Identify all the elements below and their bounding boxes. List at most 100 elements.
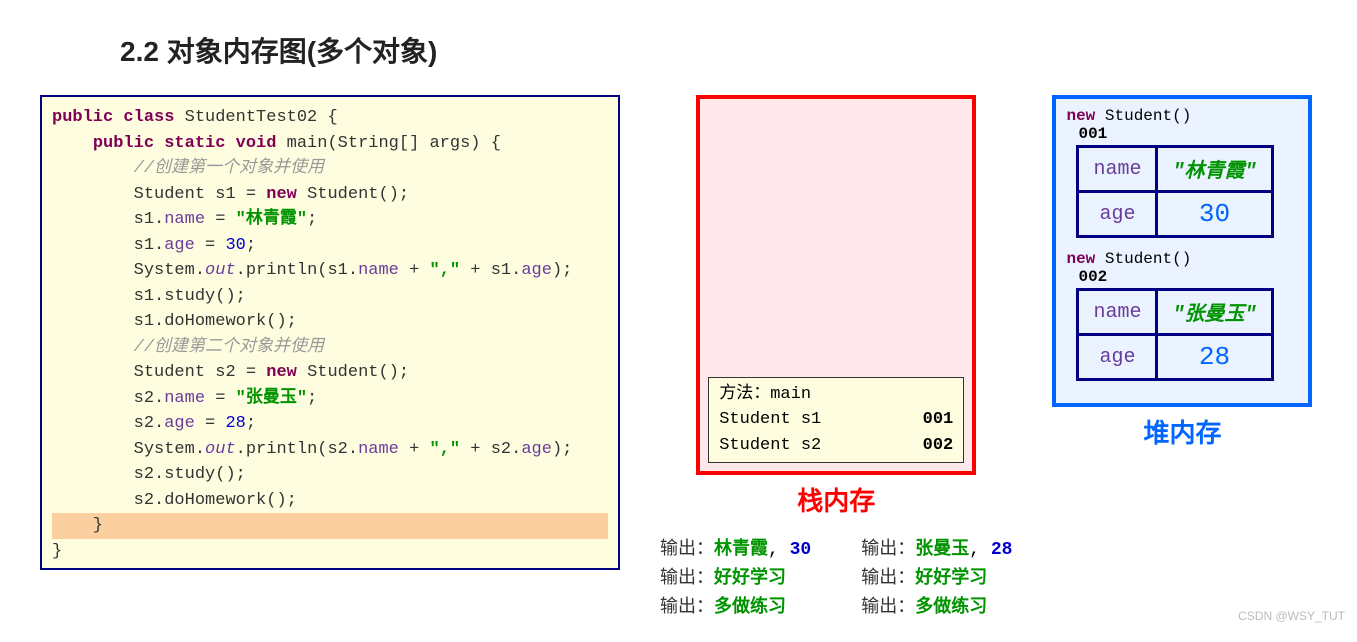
println-1-age: age [521,261,552,280]
sep-1: "," [430,261,461,280]
out-text: 好好学习 [915,569,987,589]
field-key: name [1078,147,1157,192]
kw-new-1: new [266,185,297,204]
heap-ctor: Student() [1105,107,1191,125]
out-1: out [205,261,236,280]
kw-main: public static void [93,134,277,153]
out-lbl: 输出： [861,540,915,560]
out-num: 30 [790,540,812,560]
s2-name-field: name [164,389,205,408]
stack-row-2: Student s2 002 [719,433,953,459]
heap-column: new Student() 001 name"林青霞" age30 new St… [1052,95,1312,450]
comment-1: //创建第一个对象并使用 [134,159,324,178]
out-sep: , [768,540,779,560]
out-2-3: 输出：多做练习 [861,594,1012,623]
tail-2: + s2. [460,440,521,459]
out-lbl: 输出： [660,540,714,560]
class-name: StudentTest02 [185,108,318,127]
heap-label: 堆内存 [1143,413,1221,450]
out-1-3: 输出：多做练习 [660,594,811,623]
stack-label: 栈内存 [797,481,875,518]
s2-type: Student [134,363,205,382]
out-2-1: 输出：张曼玉, 28 [861,536,1012,565]
middle-column: 方法：main Student s1 001 Student s2 002 栈内… [660,95,1012,622]
field-val: "林青霞" [1157,147,1272,192]
main-sig: main(String[] args) [287,134,481,153]
out-lbl: 输出： [660,569,714,589]
s2-var: s2 [215,363,235,382]
kw-new: new [1066,250,1095,268]
s1-name-field: name [164,210,205,229]
stack-addr-1: 001 [923,407,954,433]
heap-addr-1: 001 [1078,125,1298,143]
field-val: "张曼玉" [1157,290,1272,335]
field-val: 30 [1157,192,1272,237]
s1-name-val: "林青霞" [236,210,307,229]
out-sep: , [969,540,980,560]
output-col-1: 输出：林青霞, 30 输出：好好学习 输出：多做练习 [660,536,811,622]
out-1-2: 输出：好好学习 [660,565,811,594]
out-2-2: 输出：好好学习 [861,565,1012,594]
s2-age-val: 28 [225,414,245,433]
stack-frame-main: 方法：main Student s1 001 Student s2 002 [708,377,964,464]
output-area: 输出：林青霞, 30 输出：好好学习 输出：多做练习 输出：张曼玉, 28 输出… [660,536,1012,622]
out-lbl: 输出： [861,569,915,589]
ctor-1: Student() [307,185,399,204]
field-key: name [1078,290,1157,335]
s1-study: s1.study(); [134,287,246,306]
println-1-name: name [358,261,399,280]
sep-2: "," [430,440,461,459]
heap-ctor: Student() [1105,250,1191,268]
frame-title: 方法：main [719,382,953,408]
object-table-2: name"张曼玉" age28 [1076,288,1273,381]
tail-1: + s1. [460,261,521,280]
s2-hw: s2.doHomework(); [134,491,297,510]
out-lbl: 输出： [660,598,714,618]
output-col-2: 输出：张曼玉, 28 输出：好好学习 输出：多做练习 [861,536,1012,622]
s1-hw: s1.doHomework(); [134,312,297,331]
println-2-age: age [521,440,552,459]
stack-decl-2: Student s2 [719,433,821,459]
out-num: 28 [991,540,1013,560]
s2-name-val: "张曼玉" [236,389,307,408]
page-title: 2.2 对象内存图(多个对象) [120,30,1317,70]
println-2a: .println(s2. [236,440,358,459]
comment-2: //创建第二个对象并使用 [134,338,324,357]
out-text: 好好学习 [714,569,786,589]
object-table-1: name"林青霞" age30 [1076,145,1273,238]
heap-new-2: new Student() [1066,250,1298,268]
field-key: age [1078,335,1157,380]
stack-decl-1: Student s1 [719,407,821,433]
println-1a: .println(s1. [236,261,358,280]
main-content: public class StudentTest02 { public stat… [40,95,1317,622]
stack-addr-2: 002 [923,433,954,459]
out-1-1: 输出：林青霞, 30 [660,536,811,565]
heap-addr-2: 002 [1078,268,1298,286]
println-2-name: name [358,440,399,459]
heap-memory-box: new Student() 001 name"林青霞" age30 new St… [1052,95,1312,407]
out-lbl: 输出： [861,598,915,618]
heap-object-2: new Student() 002 name"张曼玉" age28 [1066,250,1298,381]
out-text: 多做练习 [915,598,987,618]
code-panel: public class StudentTest02 { public stat… [40,95,620,570]
highlight-line: } [52,513,608,539]
s2-study: s2.study(); [134,465,246,484]
out-text: 林青霞 [714,540,768,560]
out-text: 多做练习 [714,598,786,618]
field-key: age [1078,192,1157,237]
s2-age-field: age [164,414,195,433]
ctor-2: Student() [307,363,399,382]
stack-row-1: Student s1 001 [719,407,953,433]
out-text: 张曼玉 [915,540,969,560]
watermark: CSDN @WSY_TUT [1238,609,1345,623]
sys-2: System. [134,440,205,459]
s1-type: Student [134,185,205,204]
out-2: out [205,440,236,459]
sys-1: System. [134,261,205,280]
stack-column: 方法：main Student s1 001 Student s2 002 栈内… [660,95,1012,518]
s1-age-field: age [164,236,195,255]
heap-object-1: new Student() 001 name"林青霞" age30 [1066,107,1298,238]
kw-public-class: public class [52,108,174,127]
heap-new-1: new Student() [1066,107,1298,125]
kw-new: new [1066,107,1095,125]
